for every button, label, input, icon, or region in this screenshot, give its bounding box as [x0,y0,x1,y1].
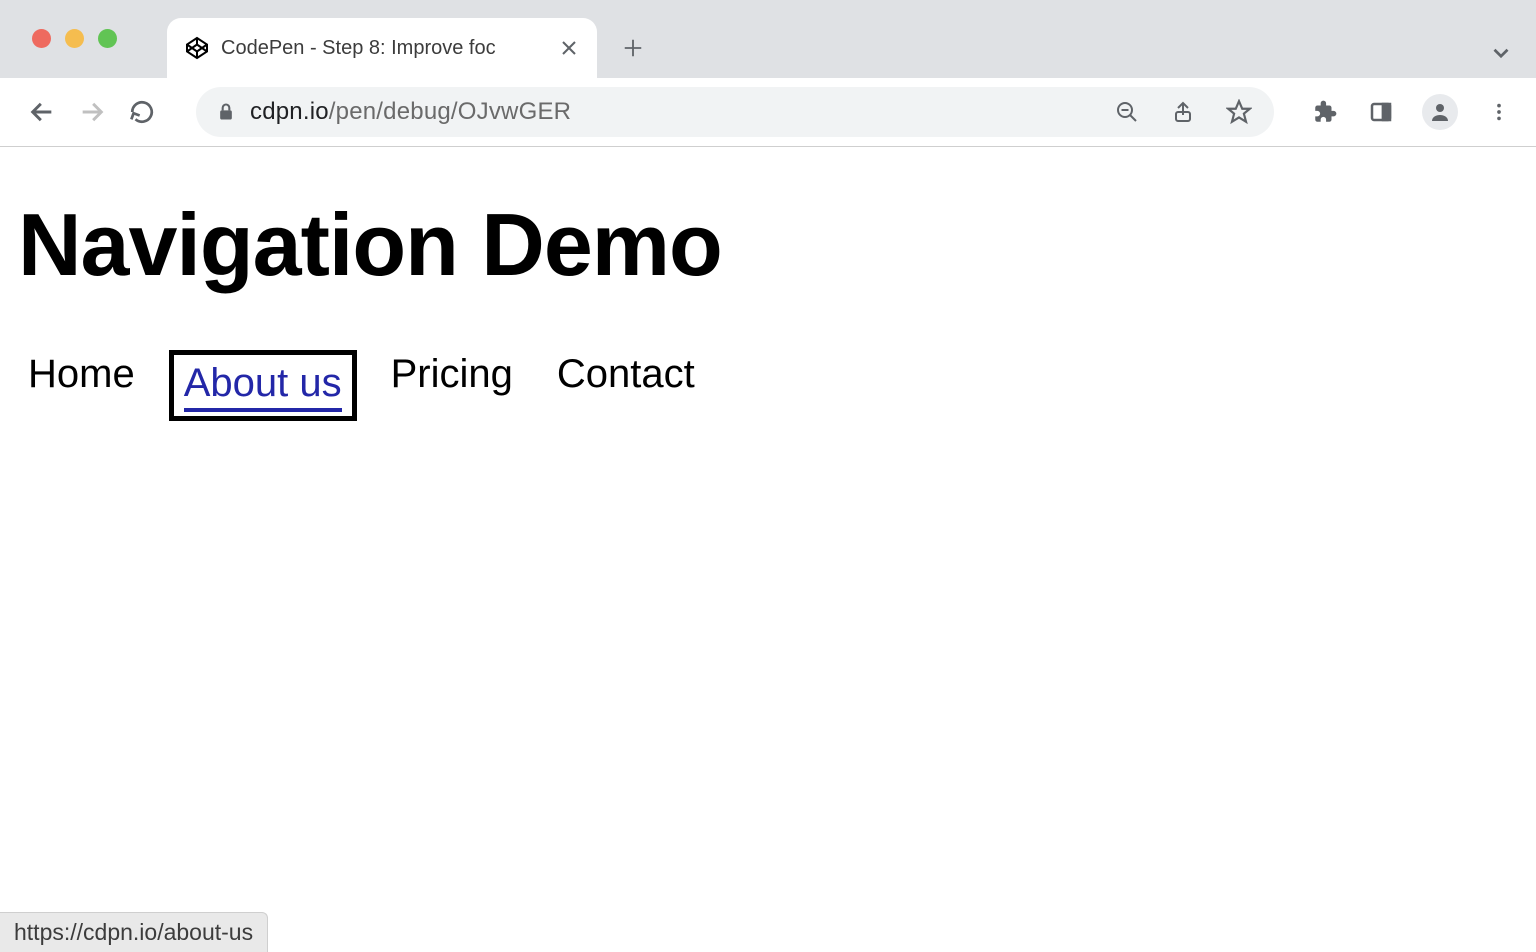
close-tab-button[interactable] [559,38,579,58]
minimize-window-button[interactable] [65,29,84,48]
status-bar: https://cdpn.io/about-us [0,912,268,952]
nav-link-home[interactable]: Home [18,350,145,421]
forward-button[interactable] [72,92,112,132]
nav-link-pricing[interactable]: Pricing [381,350,523,421]
browser-chrome: CodePen - Step 8: Improve foc [0,0,1536,147]
page-content: Navigation Demo Home About us Pricing Co… [0,147,1536,421]
new-tab-button[interactable] [609,24,657,72]
codepen-icon [185,36,209,60]
close-window-button[interactable] [32,29,51,48]
nav-link-label: Home [28,352,135,396]
bookmark-star-icon[interactable] [1224,97,1254,127]
url-text: cdpn.io/pen/debug/OJvwGER [250,98,571,126]
nav-link-label: Pricing [391,352,513,396]
tab-strip: CodePen - Step 8: Improve foc [0,0,1536,78]
url-host: cdpn.io [250,98,329,125]
browser-tab[interactable]: CodePen - Step 8: Improve foc [167,18,597,78]
extensions-icon[interactable] [1310,97,1340,127]
nav-link-label: About us [184,361,342,412]
tab-title: CodePen - Step 8: Improve foc [221,37,547,60]
window-controls [32,29,117,48]
toolbar: cdpn.io/pen/debug/OJvwGER [0,78,1536,146]
nav-link-contact[interactable]: Contact [547,350,705,421]
reload-button[interactable] [122,92,162,132]
main-nav: Home About us Pricing Contact [18,350,1518,421]
back-button[interactable] [22,92,62,132]
profile-avatar[interactable] [1422,94,1458,130]
share-icon[interactable] [1168,97,1198,127]
tabs-dropdown-button[interactable] [1488,40,1514,66]
page-heading: Navigation Demo [18,197,1518,294]
sidepanel-icon[interactable] [1366,97,1396,127]
nav-link-about-us[interactable]: About us [169,350,357,421]
zoom-out-icon[interactable] [1112,97,1142,127]
lock-icon [216,102,236,122]
maximize-window-button[interactable] [98,29,117,48]
url-path: /pen/debug/OJvwGER [329,98,571,125]
kebab-menu-icon[interactable] [1484,97,1514,127]
address-bar[interactable]: cdpn.io/pen/debug/OJvwGER [196,87,1274,137]
nav-link-label: Contact [557,352,695,396]
